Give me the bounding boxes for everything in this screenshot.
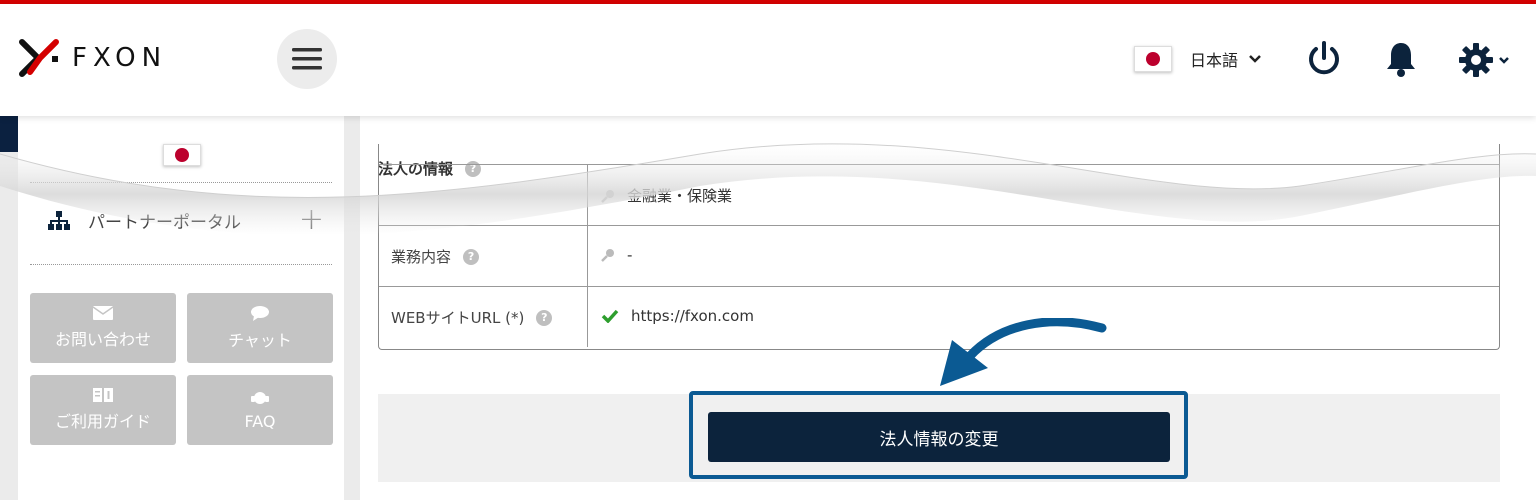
table-cell-label: 業務内容 ? xyxy=(391,246,480,267)
help-icon[interactable]: ? xyxy=(463,248,480,265)
header: FXON 日本語 xyxy=(0,4,1536,116)
fxon-logo[interactable]: FXON xyxy=(18,38,167,78)
sidebar-item-partner-portal[interactable]: パートナーポータル + xyxy=(48,202,324,237)
table-cell-value: https://fxon.com xyxy=(601,307,754,325)
table-cell-label: WEBサイトURL (*) ? xyxy=(391,307,553,328)
divider xyxy=(30,182,332,183)
table-cell-value: 金融業・保険業 xyxy=(601,185,732,206)
sidebar: パートナーポータル + お問い合わせ チャット ご利用ガイド FAQ xyxy=(18,116,344,500)
plus-icon[interactable]: + xyxy=(299,202,324,237)
chat-icon xyxy=(251,306,269,321)
faq-tile[interactable]: FAQ xyxy=(187,375,333,445)
sidebar-item-label: パートナーポータル xyxy=(88,213,241,233)
website-url-value: https://fxon.com xyxy=(631,307,754,325)
power-icon[interactable] xyxy=(1306,40,1342,78)
guide-tile[interactable]: ご利用ガイド xyxy=(30,375,176,445)
key-icon xyxy=(601,249,614,262)
chevron-down-icon xyxy=(1499,56,1509,64)
logo-mark-icon xyxy=(19,39,59,77)
gear-icon xyxy=(1459,43,1493,77)
business-content-label: 業務内容 xyxy=(391,248,452,266)
table-row: 金融業・保険業 xyxy=(379,164,1499,225)
menu-icon xyxy=(292,48,322,70)
contact-tile[interactable]: お問い合わせ xyxy=(30,293,176,363)
pointer-arrow-icon xyxy=(940,318,1107,386)
mail-icon xyxy=(93,306,113,320)
sidebar-edge xyxy=(0,116,18,152)
chat-tile[interactable]: チャット xyxy=(187,293,333,363)
industry-value: 金融業・保険業 xyxy=(627,187,733,205)
table-row: 業務内容 ? - xyxy=(379,225,1499,286)
check-icon xyxy=(601,309,619,323)
table-cell-value: - xyxy=(601,246,632,264)
main-content: 法人の情報 ? 金融業・保険業 業務内容 ? - WEBサイトURL (*) ?… xyxy=(360,116,1536,500)
change-company-info-button[interactable]: 法人情報の変更 xyxy=(708,412,1170,462)
japan-flag-icon xyxy=(1134,46,1172,72)
language-label: 日本語 xyxy=(1190,51,1239,70)
bell-icon[interactable] xyxy=(1384,40,1418,78)
faq-icon xyxy=(251,391,269,404)
business-content-value: - xyxy=(627,246,633,264)
chevron-down-icon xyxy=(1249,55,1261,63)
japan-flag-icon xyxy=(163,144,201,166)
website-url-label: WEBサイトURL (*) xyxy=(391,309,525,327)
logo-text: FXON xyxy=(72,43,168,73)
tile-label: FAQ xyxy=(244,411,276,431)
settings-menu[interactable] xyxy=(1458,42,1510,78)
tile-label: チャット xyxy=(228,331,292,350)
tile-label: ご利用ガイド xyxy=(54,412,151,431)
divider xyxy=(30,264,332,265)
key-icon xyxy=(601,189,614,203)
language-selector[interactable]: 日本語 xyxy=(1134,46,1262,72)
guide-icon xyxy=(93,388,113,402)
help-icon[interactable]: ? xyxy=(536,309,553,326)
tile-label: お問い合わせ xyxy=(54,330,151,349)
menu-button[interactable] xyxy=(277,29,337,89)
sitemap-icon xyxy=(48,210,70,230)
